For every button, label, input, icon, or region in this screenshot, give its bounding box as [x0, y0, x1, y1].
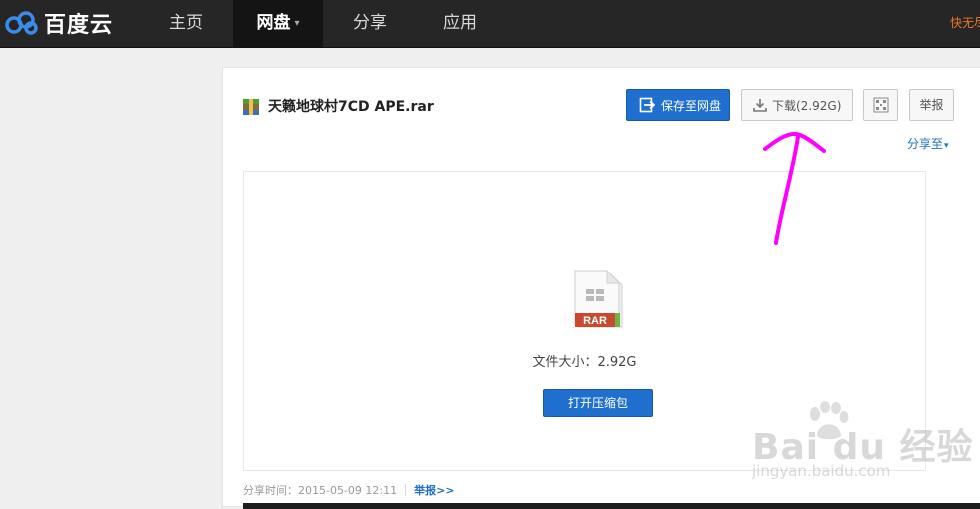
share-to-dropdown[interactable]: 分享至▾ [907, 135, 949, 152]
nav-share[interactable]: 分享 [325, 0, 415, 47]
nav-netdisk[interactable]: 网盘 ▾ [233, 0, 323, 47]
nav-netdisk-label: 网盘 [256, 13, 291, 33]
content-strip [243, 503, 980, 509]
divider [405, 484, 407, 496]
file-name: 天籁地球村7CD APE.rar [268, 99, 434, 115]
save-button-label: 保存至网盘 [661, 98, 722, 113]
archive-file-icon [243, 99, 259, 115]
report-button[interactable]: 举报 [909, 89, 954, 121]
baidu-cloud-logo[interactable]: 百度云 [4, 8, 113, 38]
qr-code-icon [873, 97, 888, 113]
report-link[interactable]: 举报>> [414, 484, 454, 497]
open-archive-button[interactable]: 打开压缩包 [543, 389, 653, 417]
logo-text: 百度云 [44, 13, 114, 38]
cloud-logo-icon [5, 11, 38, 35]
download-button-label: 下载(2.92G) [772, 98, 842, 113]
rar-badge-text: RAR [583, 315, 607, 327]
download-button[interactable]: 下载(2.92G) [741, 89, 853, 121]
top-navigation-bar: 百度云 主页 网盘▾ 分享 应用 快无尽 [0, 0, 980, 48]
chevron-down-icon: ▾ [944, 141, 949, 151]
rar-file-icon: RAR [574, 270, 623, 328]
nav-apps-label: 应用 [443, 13, 477, 33]
share-meta: 分享时间：2015-05-09 12:11 举报>> [243, 482, 455, 498]
share-time-label: 分享时间： [243, 484, 298, 497]
watermark-url: jingyan.baidu.com [752, 462, 891, 480]
promo-link[interactable]: 快无尽 [950, 0, 980, 47]
qr-code-button[interactable] [863, 89, 898, 121]
download-icon [753, 99, 767, 112]
file-size: 文件大小：2.92G [532, 355, 637, 370]
save-icon [639, 97, 655, 113]
chevron-down-icon: ▾ [294, 18, 300, 29]
nav-share-label: 分享 [353, 13, 387, 33]
nav-home-label: 主页 [169, 13, 203, 33]
nav-apps[interactable]: 应用 [415, 0, 505, 47]
baidu-jingyan-watermark: Bai du 经验 jingyan.baidu.com [745, 400, 980, 490]
nav-home[interactable]: 主页 [140, 0, 232, 47]
annotation-arrow-icon [763, 132, 826, 245]
share-to-label: 分享至 [907, 137, 944, 151]
share-time-value: 2015-05-09 12:11 [298, 484, 398, 497]
save-to-netdisk-button[interactable]: 保存至网盘 [626, 89, 730, 121]
